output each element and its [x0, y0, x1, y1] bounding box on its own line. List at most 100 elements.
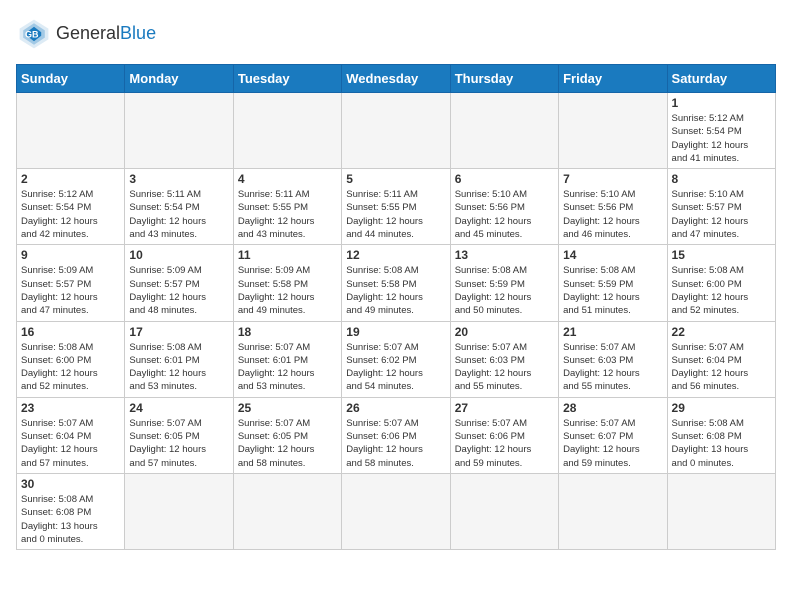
day-number: 5: [346, 172, 445, 186]
calendar-cell: 20 Sunrise: 5:07 AM Sunset: 6:03 PM Dayli…: [450, 321, 558, 397]
calendar-week-2: 2 Sunrise: 5:12 AM Sunset: 5:54 PM Daylig…: [17, 169, 776, 245]
calendar-cell: [342, 93, 450, 169]
calendar-cell: [125, 93, 233, 169]
calendar-table: SundayMondayTuesdayWednesdayThursdayFrid…: [16, 64, 776, 550]
day-info: Sunrise: 5:08 AM Sunset: 5:58 PM Dayligh…: [346, 264, 445, 317]
day-number: 14: [563, 248, 662, 262]
day-number: 21: [563, 325, 662, 339]
svg-text:GB: GB: [25, 30, 39, 40]
day-info: Sunrise: 5:07 AM Sunset: 6:03 PM Dayligh…: [563, 341, 662, 394]
calendar-header: SundayMondayTuesdayWednesdayThursdayFrid…: [17, 65, 776, 93]
calendar-cell: 18 Sunrise: 5:07 AM Sunset: 6:01 PM Dayli…: [233, 321, 341, 397]
calendar-cell: 29Sunrise: 5:08 AM Sunset: 6:08 PM Dayli…: [667, 397, 775, 473]
calendar-cell: 27 Sunrise: 5:07 AM Sunset: 6:06 PM Dayli…: [450, 397, 558, 473]
calendar-cell: 7 Sunrise: 5:10 AM Sunset: 5:56 PM Daylig…: [559, 169, 667, 245]
day-info: Sunrise: 5:08 AM Sunset: 5:59 PM Dayligh…: [455, 264, 554, 317]
calendar-cell: [233, 93, 341, 169]
weekday-header-thursday: Thursday: [450, 65, 558, 93]
calendar-cell: 14 Sunrise: 5:08 AM Sunset: 5:59 PM Dayli…: [559, 245, 667, 321]
calendar-cell: [17, 93, 125, 169]
calendar-cell: 25Sunrise: 5:07 AM Sunset: 6:05 PM Dayli…: [233, 397, 341, 473]
day-info: Sunrise: 5:09 AM Sunset: 5:57 PM Dayligh…: [21, 264, 120, 317]
day-number: 6: [455, 172, 554, 186]
day-info: Sunrise: 5:07 AM Sunset: 6:06 PM Dayligh…: [455, 417, 554, 470]
calendar-cell: 19Sunrise: 5:07 AM Sunset: 6:02 PM Dayli…: [342, 321, 450, 397]
day-info: Sunrise: 5:12 AM Sunset: 5:54 PM Dayligh…: [672, 112, 771, 165]
weekday-row: SundayMondayTuesdayWednesdayThursdayFrid…: [17, 65, 776, 93]
calendar-week-6: 30Sunrise: 5:08 AM Sunset: 6:08 PM Dayli…: [17, 473, 776, 549]
day-info: Sunrise: 5:07 AM Sunset: 6:04 PM Dayligh…: [672, 341, 771, 394]
day-number: 13: [455, 248, 554, 262]
weekday-header-tuesday: Tuesday: [233, 65, 341, 93]
day-number: 27: [455, 401, 554, 415]
day-number: 9: [21, 248, 120, 262]
calendar-cell: 4Sunrise: 5:11 AM Sunset: 5:55 PM Daylig…: [233, 169, 341, 245]
day-info: Sunrise: 5:07 AM Sunset: 6:04 PM Dayligh…: [21, 417, 120, 470]
day-info: Sunrise: 5:07 AM Sunset: 6:06 PM Dayligh…: [346, 417, 445, 470]
calendar-cell: 11Sunrise: 5:09 AM Sunset: 5:58 PM Dayli…: [233, 245, 341, 321]
day-info: Sunrise: 5:08 AM Sunset: 6:00 PM Dayligh…: [672, 264, 771, 317]
day-number: 15: [672, 248, 771, 262]
day-info: Sunrise: 5:08 AM Sunset: 5:59 PM Dayligh…: [563, 264, 662, 317]
day-number: 20: [455, 325, 554, 339]
calendar-cell: [667, 473, 775, 549]
calendar-cell: 22 Sunrise: 5:07 AM Sunset: 6:04 PM Dayli…: [667, 321, 775, 397]
calendar-week-4: 16Sunrise: 5:08 AM Sunset: 6:00 PM Dayli…: [17, 321, 776, 397]
day-info: Sunrise: 5:08 AM Sunset: 6:08 PM Dayligh…: [672, 417, 771, 470]
calendar-cell: 12 Sunrise: 5:08 AM Sunset: 5:58 PM Dayli…: [342, 245, 450, 321]
calendar-cell: [559, 93, 667, 169]
calendar-cell: 23Sunrise: 5:07 AM Sunset: 6:04 PM Dayli…: [17, 397, 125, 473]
calendar-cell: 6Sunrise: 5:10 AM Sunset: 5:56 PM Daylig…: [450, 169, 558, 245]
day-info: Sunrise: 5:09 AM Sunset: 5:57 PM Dayligh…: [129, 264, 228, 317]
day-info: Sunrise: 5:07 AM Sunset: 6:05 PM Dayligh…: [129, 417, 228, 470]
day-info: Sunrise: 5:07 AM Sunset: 6:07 PM Dayligh…: [563, 417, 662, 470]
day-info: Sunrise: 5:10 AM Sunset: 5:57 PM Dayligh…: [672, 188, 771, 241]
calendar-cell: [125, 473, 233, 549]
calendar-cell: 10 Sunrise: 5:09 AM Sunset: 5:57 PM Dayli…: [125, 245, 233, 321]
day-info: Sunrise: 5:11 AM Sunset: 5:55 PM Dayligh…: [238, 188, 337, 241]
day-number: 22: [672, 325, 771, 339]
calendar-week-1: 1 Sunrise: 5:12 AM Sunset: 5:54 PM Daylig…: [17, 93, 776, 169]
calendar-cell: 17Sunrise: 5:08 AM Sunset: 6:01 PM Dayli…: [125, 321, 233, 397]
calendar-week-3: 9 Sunrise: 5:09 AM Sunset: 5:57 PM Daylig…: [17, 245, 776, 321]
logo: GB GeneralBlue: [16, 16, 156, 52]
calendar-body: 1 Sunrise: 5:12 AM Sunset: 5:54 PM Daylig…: [17, 93, 776, 550]
day-info: Sunrise: 5:11 AM Sunset: 5:55 PM Dayligh…: [346, 188, 445, 241]
day-number: 7: [563, 172, 662, 186]
day-number: 26: [346, 401, 445, 415]
day-number: 24: [129, 401, 228, 415]
calendar-cell: 5 Sunrise: 5:11 AM Sunset: 5:55 PM Daylig…: [342, 169, 450, 245]
calendar-cell: [450, 473, 558, 549]
calendar-cell: 1 Sunrise: 5:12 AM Sunset: 5:54 PM Daylig…: [667, 93, 775, 169]
day-number: 8: [672, 172, 771, 186]
calendar-cell: [450, 93, 558, 169]
day-number: 18: [238, 325, 337, 339]
day-number: 1: [672, 96, 771, 110]
day-number: 12: [346, 248, 445, 262]
calendar-cell: 21 Sunrise: 5:07 AM Sunset: 6:03 PM Dayli…: [559, 321, 667, 397]
day-number: 17: [129, 325, 228, 339]
weekday-header-saturday: Saturday: [667, 65, 775, 93]
day-number: 11: [238, 248, 337, 262]
day-info: Sunrise: 5:07 AM Sunset: 6:05 PM Dayligh…: [238, 417, 337, 470]
calendar-cell: 30Sunrise: 5:08 AM Sunset: 6:08 PM Dayli…: [17, 473, 125, 549]
calendar-week-5: 23Sunrise: 5:07 AM Sunset: 6:04 PM Dayli…: [17, 397, 776, 473]
day-number: 3: [129, 172, 228, 186]
calendar-cell: 24 Sunrise: 5:07 AM Sunset: 6:05 PM Dayli…: [125, 397, 233, 473]
calendar-cell: 28Sunrise: 5:07 AM Sunset: 6:07 PM Dayli…: [559, 397, 667, 473]
day-info: Sunrise: 5:07 AM Sunset: 6:01 PM Dayligh…: [238, 341, 337, 394]
day-info: Sunrise: 5:12 AM Sunset: 5:54 PM Dayligh…: [21, 188, 120, 241]
day-info: Sunrise: 5:07 AM Sunset: 6:03 PM Dayligh…: [455, 341, 554, 394]
calendar-cell: 15 Sunrise: 5:08 AM Sunset: 6:00 PM Dayli…: [667, 245, 775, 321]
weekday-header-sunday: Sunday: [17, 65, 125, 93]
day-info: Sunrise: 5:10 AM Sunset: 5:56 PM Dayligh…: [563, 188, 662, 241]
calendar-cell: [233, 473, 341, 549]
calendar-cell: 13 Sunrise: 5:08 AM Sunset: 5:59 PM Dayli…: [450, 245, 558, 321]
day-info: Sunrise: 5:11 AM Sunset: 5:54 PM Dayligh…: [129, 188, 228, 241]
calendar-cell: 8 Sunrise: 5:10 AM Sunset: 5:57 PM Daylig…: [667, 169, 775, 245]
day-number: 16: [21, 325, 120, 339]
weekday-header-monday: Monday: [125, 65, 233, 93]
logo-text: GeneralBlue: [56, 24, 156, 44]
day-number: 10: [129, 248, 228, 262]
day-number: 2: [21, 172, 120, 186]
